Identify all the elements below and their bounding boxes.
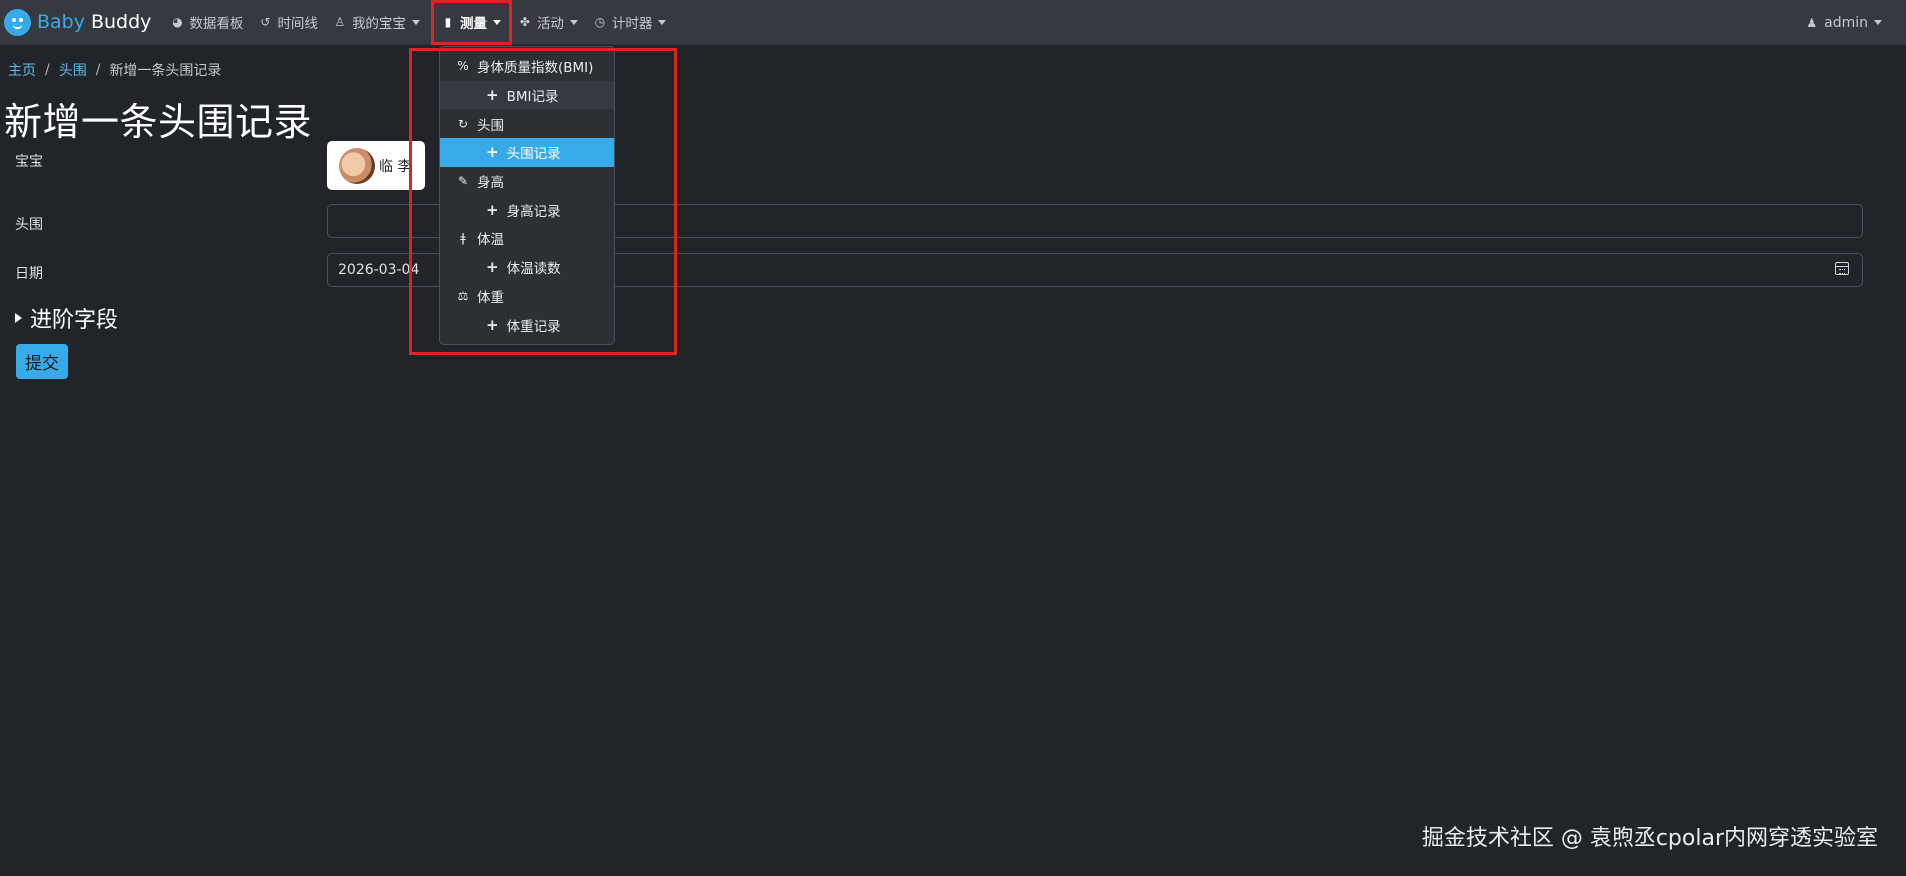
chevron-down-icon <box>1874 20 1882 25</box>
brand-text-buddy: Buddy <box>90 11 152 33</box>
main-nav: ◕ 数据看板 ↺ 时间线 ♙ 我的宝宝 ▮ 测量 ✤ 活动 ◷ 计时器 <box>163 0 674 45</box>
clipboard-icon: ▮ <box>444 15 452 29</box>
date-label: 日期 <box>15 266 43 282</box>
nav-dashboard[interactable]: ◕ 数据看板 <box>163 0 251 45</box>
timer-icon: ◷ <box>594 15 606 29</box>
brand-text-baby: Baby <box>37 11 85 33</box>
dashboard-icon: ◕ <box>172 15 183 29</box>
nav-children-label: 我的宝宝 <box>351 16 406 32</box>
page-title: 新增一条头围记录 <box>4 100 313 144</box>
annotation-highlight-box <box>409 48 677 355</box>
top-navbar: Baby Buddy ◕ 数据看板 ↺ 时间线 ♙ 我的宝宝 ▮ 测量 ✤ 活动 … <box>0 0 1906 45</box>
breadcrumb-current: 新增一条头围记录 <box>109 63 222 79</box>
calendar-icon[interactable] <box>1835 262 1849 275</box>
chevron-down-icon <box>411 19 420 25</box>
user-menu[interactable]: ♟ admin <box>1806 0 1882 45</box>
nav-measurements-label: 测量 <box>459 16 487 32</box>
nav-timers[interactable]: ◷ 计时器 <box>586 0 675 45</box>
breadcrumb-separator: / <box>95 62 101 78</box>
user-name: admin <box>1824 14 1868 31</box>
child-name: 临 李 <box>379 158 412 175</box>
watermark-text: 掘金技术社区 @ 袁煦丞cpolar内网穿透实验室 <box>1421 826 1878 851</box>
chevron-down-icon <box>658 19 667 25</box>
breadcrumb: 主页 / 头围 / 新增一条头围记录 <box>8 60 221 80</box>
nav-children[interactable]: ♙ 我的宝宝 <box>326 0 428 45</box>
user-icon: ♟ <box>1806 15 1818 30</box>
nav-dashboard-label: 数据看板 <box>189 16 244 32</box>
nav-timeline-label: 时间线 <box>277 16 318 32</box>
baby-buddy-logo-icon <box>4 8 31 36</box>
submit-button[interactable]: 提交 <box>16 344 68 379</box>
nav-measurements[interactable]: ▮ 测量 <box>430 0 512 45</box>
breadcrumb-separator: / <box>45 62 50 78</box>
breadcrumb-home-link[interactable]: 主页 <box>8 60 36 80</box>
nav-activities-label: 活动 <box>536 16 564 32</box>
nav-timeline[interactable]: ↺ 时间线 <box>251 0 326 45</box>
activities-icon: ✤ <box>519 15 530 29</box>
disclosure-triangle-icon <box>15 313 22 323</box>
nav-activities[interactable]: ✤ 活动 <box>511 0 586 45</box>
baby-icon: ♙ <box>334 15 346 29</box>
nav-timers-label: 计时器 <box>611 16 653 32</box>
child-label: 宝宝 <box>15 154 43 170</box>
advanced-fields-label: 进阶字段 <box>30 308 119 333</box>
history-icon: ↺ <box>260 15 271 29</box>
advanced-fields-toggle[interactable]: 进阶字段 <box>15 302 118 334</box>
child-avatar <box>339 147 375 184</box>
breadcrumb-section-link[interactable]: 头围 <box>59 60 87 80</box>
chevron-down-icon <box>492 19 501 25</box>
chevron-down-icon <box>569 19 578 25</box>
head-circumference-label: 头围 <box>15 217 43 233</box>
brand-link[interactable]: Baby Buddy <box>4 0 151 45</box>
